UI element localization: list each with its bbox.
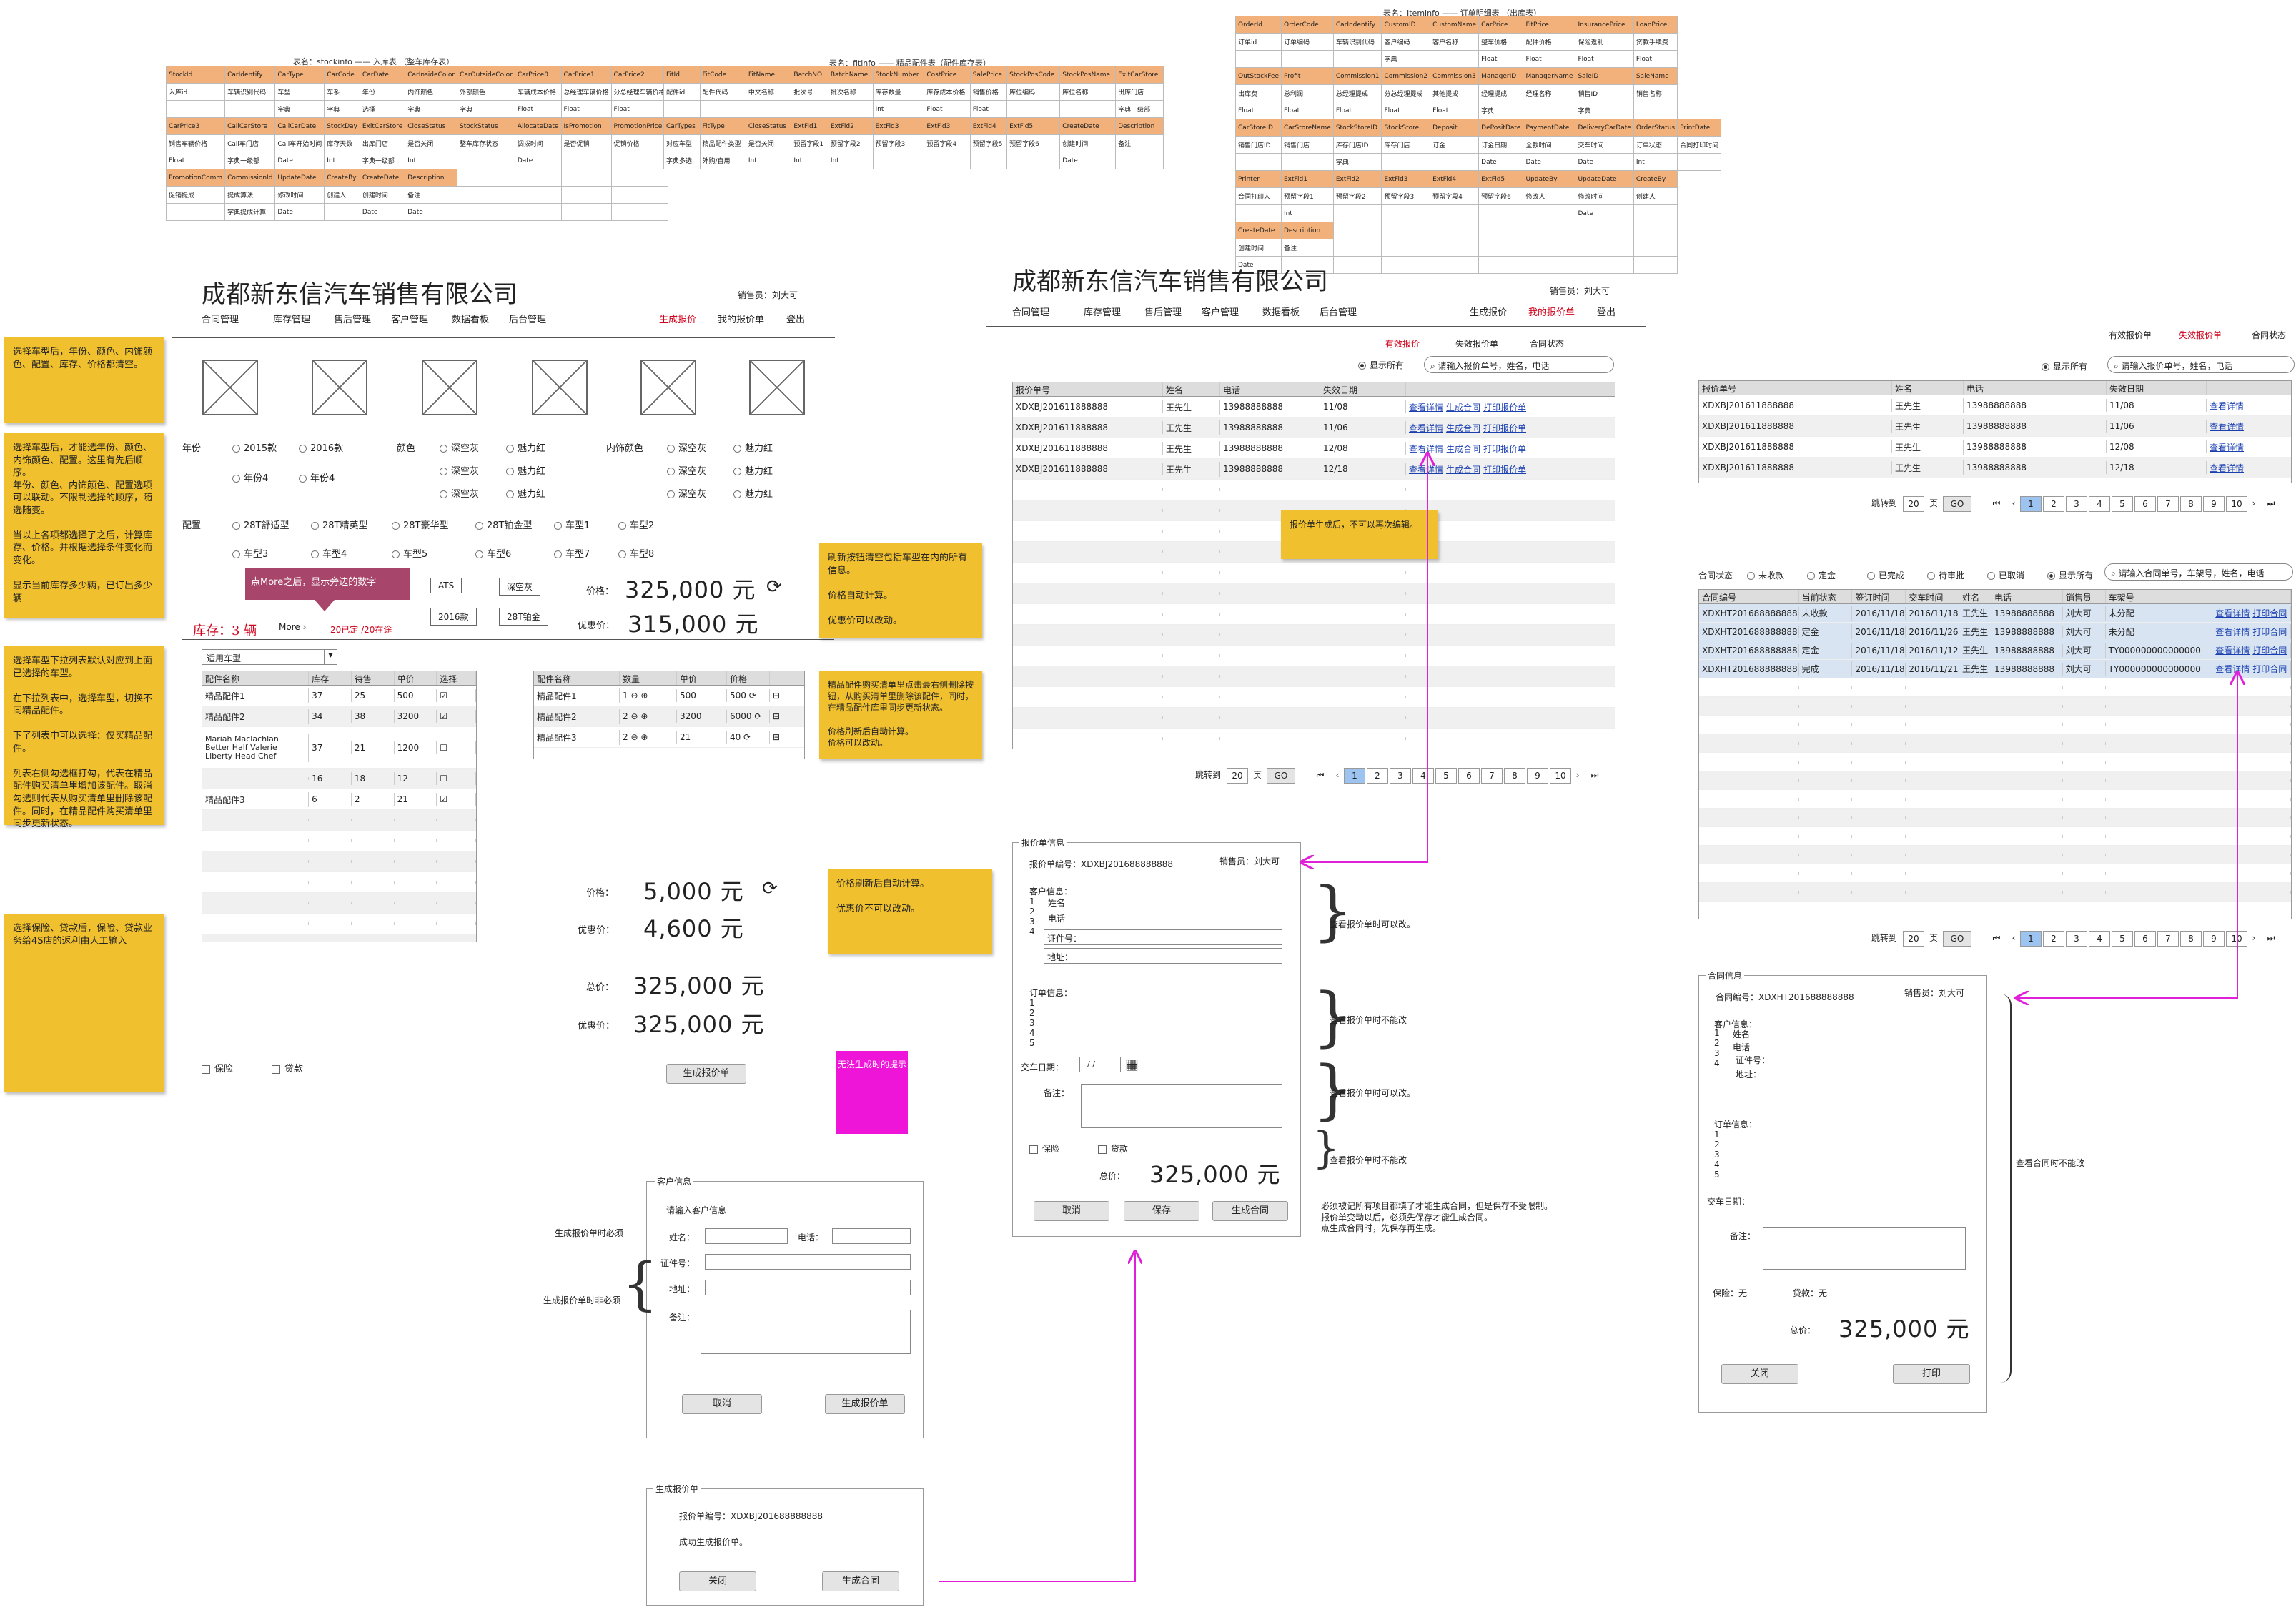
flow-arrows [939,0,2296,1582]
